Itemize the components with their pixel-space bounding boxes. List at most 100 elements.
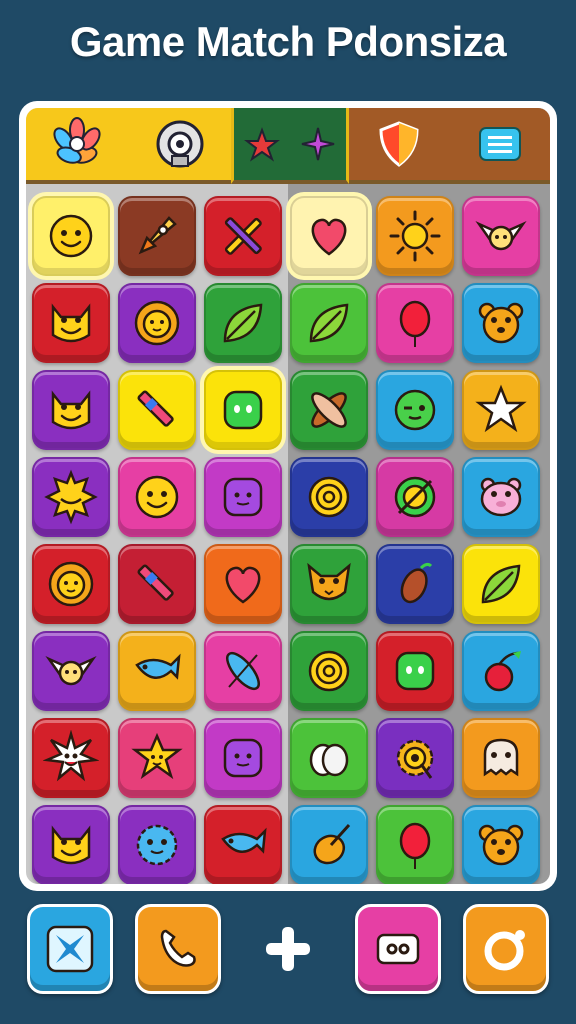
winking-face-icon xyxy=(394,389,436,431)
tile-r3-c1[interactable] xyxy=(32,370,110,450)
lion-face-icon xyxy=(134,300,180,346)
tile-r4-c1[interactable] xyxy=(32,457,110,537)
target-icon xyxy=(394,476,436,518)
tile-r3-c4[interactable] xyxy=(290,370,368,450)
phone-button[interactable] xyxy=(135,904,221,994)
board-playfield xyxy=(26,108,550,884)
plus-icon xyxy=(266,927,310,971)
tile-r1-c3[interactable] xyxy=(204,196,282,276)
star-face-icon xyxy=(131,732,183,780)
tile-r2-c3[interactable] xyxy=(204,283,282,363)
fish-icon xyxy=(135,653,181,680)
tile-r7-c6[interactable] xyxy=(462,718,540,798)
tile-r1-c6[interactable] xyxy=(462,196,540,276)
tile-r5-c2[interactable] xyxy=(118,544,196,624)
tile-r1-c2[interactable] xyxy=(118,196,196,276)
star-purple-icon xyxy=(301,127,335,161)
shuffle-button[interactable] xyxy=(27,904,113,994)
tile-r1-c5[interactable] xyxy=(376,196,454,276)
tile-r6-c6[interactable] xyxy=(462,631,540,711)
blob-face-icon xyxy=(395,651,435,691)
tile-r8-c1[interactable] xyxy=(32,805,110,884)
star-icon xyxy=(475,384,527,433)
tile-r3-c6[interactable] xyxy=(462,370,540,450)
spiral-icon xyxy=(308,650,350,692)
leaf-icon xyxy=(481,564,521,604)
tile-r6-c1[interactable] xyxy=(32,631,110,711)
tile-r7-c2[interactable] xyxy=(118,718,196,798)
tile-r8-c6[interactable] xyxy=(462,805,540,884)
tile-r2-c5[interactable] xyxy=(376,283,454,363)
winged-creature-icon xyxy=(45,656,97,686)
crossed-feathers-icon xyxy=(311,392,347,428)
game-board xyxy=(19,101,557,891)
tab-flower-lock[interactable] xyxy=(26,108,231,184)
tile-r6-c2[interactable] xyxy=(118,631,196,711)
fish-icon xyxy=(221,827,267,854)
crayon-icon xyxy=(137,564,174,601)
balloon-icon xyxy=(399,822,431,869)
tab-shield-list[interactable] xyxy=(349,108,550,184)
tile-r8-c3[interactable] xyxy=(204,805,282,884)
tile-r3-c2[interactable] xyxy=(118,370,196,450)
leaf-icon xyxy=(309,303,349,343)
tile-r4-c2[interactable] xyxy=(118,457,196,537)
lion-face-icon xyxy=(48,561,94,607)
tile-r1-c1[interactable] xyxy=(32,196,110,276)
leaf-icon xyxy=(223,303,263,343)
tab-stars[interactable] xyxy=(231,108,349,184)
square-face-icon xyxy=(223,738,263,778)
game-title: Game Match Pdonsiza xyxy=(69,18,507,65)
tile-r7-c5[interactable] xyxy=(376,718,454,798)
tile-r8-c5[interactable] xyxy=(376,805,454,884)
puffball-icon xyxy=(136,824,178,866)
tile-r6-c5[interactable] xyxy=(376,631,454,711)
tile-grid xyxy=(32,196,540,884)
shield-icon xyxy=(379,121,419,167)
settings-button[interactable] xyxy=(463,904,549,994)
pig-face-icon xyxy=(480,477,522,517)
sun-icon xyxy=(389,210,441,262)
cherry-icon xyxy=(484,651,521,692)
tile-r4-c3[interactable] xyxy=(204,457,282,537)
tile-r4-c6[interactable] xyxy=(462,457,540,537)
chat-button[interactable] xyxy=(355,904,441,994)
tile-r2-c1[interactable] xyxy=(32,283,110,363)
nut-icon xyxy=(313,823,351,865)
bear-face-icon xyxy=(478,302,524,344)
tile-r3-c5[interactable] xyxy=(376,370,454,450)
tile-r7-c1[interactable] xyxy=(32,718,110,798)
tile-r2-c2[interactable] xyxy=(118,283,196,363)
fox-face-icon xyxy=(307,562,351,601)
lock-icon xyxy=(156,120,204,168)
tile-r7-c4[interactable] xyxy=(290,718,368,798)
tile-r4-c4[interactable] xyxy=(290,457,368,537)
tile-r5-c4[interactable] xyxy=(290,544,368,624)
phone-icon xyxy=(160,929,196,967)
sun-face-icon xyxy=(44,469,98,525)
bottom-action-bar xyxy=(0,904,576,1004)
tile-r5-c6[interactable] xyxy=(462,544,540,624)
tile-r7-c3[interactable] xyxy=(204,718,282,798)
heart-icon xyxy=(311,218,347,256)
heart-icon xyxy=(225,566,261,604)
tile-r6-c4[interactable] xyxy=(290,631,368,711)
tile-r5-c5[interactable] xyxy=(376,544,454,624)
tile-r5-c1[interactable] xyxy=(32,544,110,624)
spiral-icon xyxy=(308,476,350,518)
starburst-face-icon xyxy=(43,730,99,782)
square-face-icon xyxy=(223,477,263,517)
tile-r8-c4[interactable] xyxy=(290,805,368,884)
cat-face-icon xyxy=(51,390,91,430)
tile-r3-c3[interactable] xyxy=(204,370,282,450)
tile-r2-c6[interactable] xyxy=(462,283,540,363)
tile-r4-c5[interactable] xyxy=(376,457,454,537)
winged-creature-icon xyxy=(475,221,527,251)
tile-r8-c2[interactable] xyxy=(118,805,196,884)
add-button[interactable] xyxy=(245,904,331,994)
tile-r6-c3[interactable] xyxy=(204,631,282,711)
tile-r5-c3[interactable] xyxy=(204,544,282,624)
tile-r1-c4[interactable] xyxy=(290,196,368,276)
smiley-face-icon xyxy=(49,214,93,258)
tile-r2-c4[interactable] xyxy=(290,283,368,363)
